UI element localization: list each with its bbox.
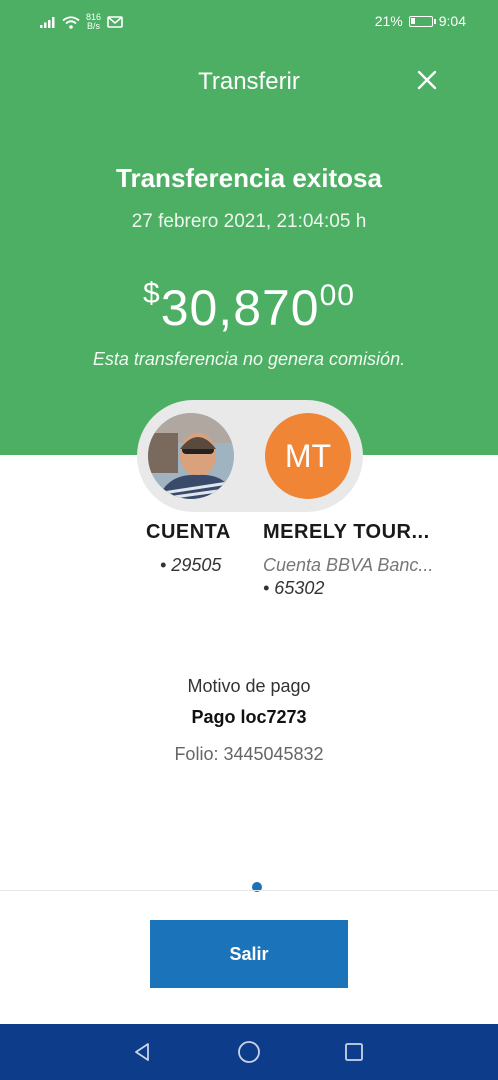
footer-divider [0,890,498,891]
mail-app-icon [107,16,123,28]
recipient-account: • 65302 [263,578,325,598]
transfer-status: Transferencia exitosa [116,163,382,193]
recents-icon [345,1043,363,1061]
sender-account: • 29505 [160,555,222,575]
amount-cents: 00 [319,279,355,312]
recipient-bank: Cuenta BBVA Banc... [263,555,434,575]
sender-photo [148,413,234,499]
back-icon [135,1043,149,1061]
nav-back-button[interactable] [112,1024,172,1080]
recipient-avatar: MT [265,413,351,499]
sender-avatar [148,413,234,499]
network-speed-unit: B/s [87,21,101,31]
status-bar-left: 816 B/s [40,13,123,31]
nav-home-button[interactable] [219,1024,279,1080]
payment-reason-label: Motivo de pago [187,676,311,696]
recipient-name: MERELY TOUR... [263,521,430,543]
exit-button[interactable]: Salir [150,920,348,988]
home-icon [238,1041,260,1063]
signal-icon [40,17,55,28]
transfer-amount: $30,87000 [0,277,498,337]
transfer-datetime: 27 febrero 2021, 21:04:05 h [131,211,367,232]
network-speed: 816 B/s [86,13,101,31]
battery-percent: 21% [374,13,403,29]
close-icon[interactable] [416,69,438,91]
wifi-icon [62,15,80,29]
payment-reason-value: Pago loc7273 [191,707,307,727]
commission-note: Esta transferencia no genera comisión. [92,349,406,369]
folio-number: Folio: 3445045832 [174,744,324,764]
clock: 9:04 [438,13,466,29]
nav-recents-button[interactable] [324,1024,384,1080]
status-bar: 816 B/s 21% 9:04 [0,0,498,44]
recipient-initials: MT [284,437,332,474]
system-nav-bar [0,1024,498,1080]
battery-icon [408,15,436,27]
amount-main: 30,870 [160,280,320,336]
status-bar-right: 21% 9:04 [375,13,466,29]
sender-name: CUENTA [146,521,231,543]
currency-symbol: $ [143,277,161,310]
